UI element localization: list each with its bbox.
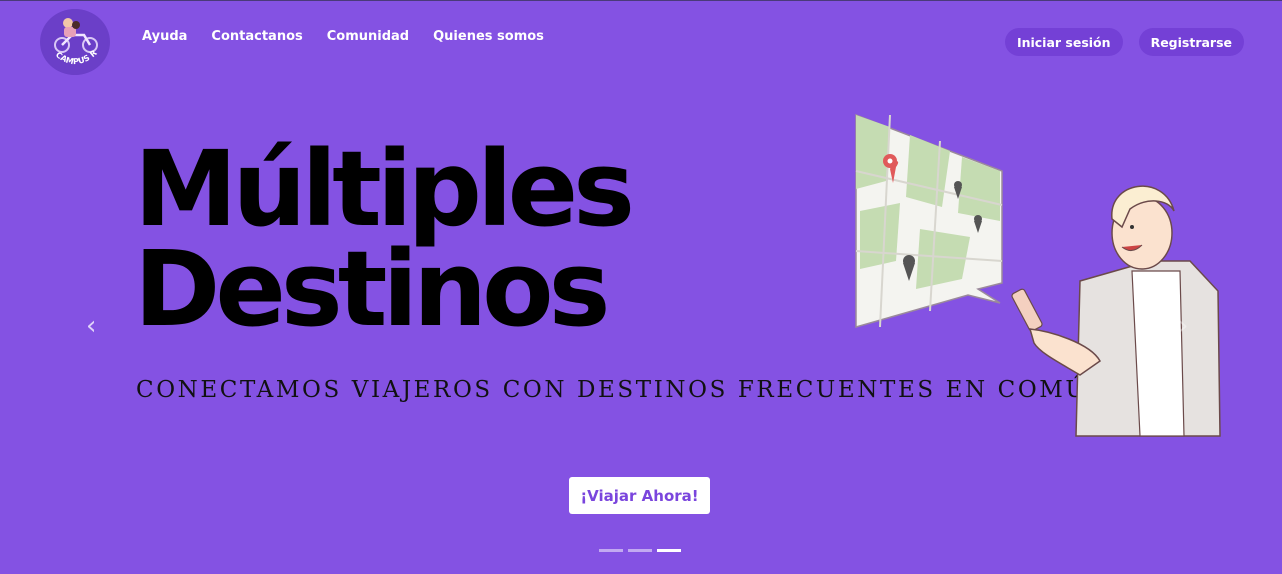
hero-title: Múltiples Destinos <box>134 137 654 341</box>
nav-link-contactanos[interactable]: Contactanos <box>211 29 302 44</box>
chevron-right-icon: › <box>1178 311 1189 341</box>
carousel-next-button[interactable]: › <box>1178 313 1188 339</box>
person-icon <box>1011 185 1221 437</box>
carousel-indicator-2[interactable] <box>628 549 652 552</box>
carousel-indicator-3[interactable] <box>657 549 681 552</box>
chevron-left-icon: ‹ <box>86 311 97 341</box>
carousel-indicators <box>599 549 681 552</box>
carousel-prev-button[interactable]: ‹ <box>86 313 96 339</box>
main-nav: Ayuda Contactanos Comunidad Quienes somo… <box>142 29 544 44</box>
nav-link-ayuda[interactable]: Ayuda <box>142 29 187 44</box>
nav-link-quienes-somos[interactable]: Quienes somos <box>433 29 544 44</box>
carousel-indicator-1[interactable] <box>599 549 623 552</box>
register-button[interactable]: Registrarse <box>1138 28 1244 56</box>
motorbike-logo-icon: CAMPUS RIDE <box>40 9 108 75</box>
campus-ride-logo[interactable]: CAMPUS RIDE <box>40 9 110 75</box>
hero-title-line2: Destinos <box>134 228 611 350</box>
auth-buttons: Iniciar sesión Registrarse <box>1004 28 1244 56</box>
map-icon <box>855 113 1003 328</box>
map-person-illustration <box>855 113 1221 437</box>
nav-link-comunidad[interactable]: Comunidad <box>327 29 409 44</box>
travel-now-button[interactable]: ¡Viajar Ahora! <box>569 477 710 514</box>
login-button[interactable]: Iniciar sesión <box>1004 28 1123 56</box>
